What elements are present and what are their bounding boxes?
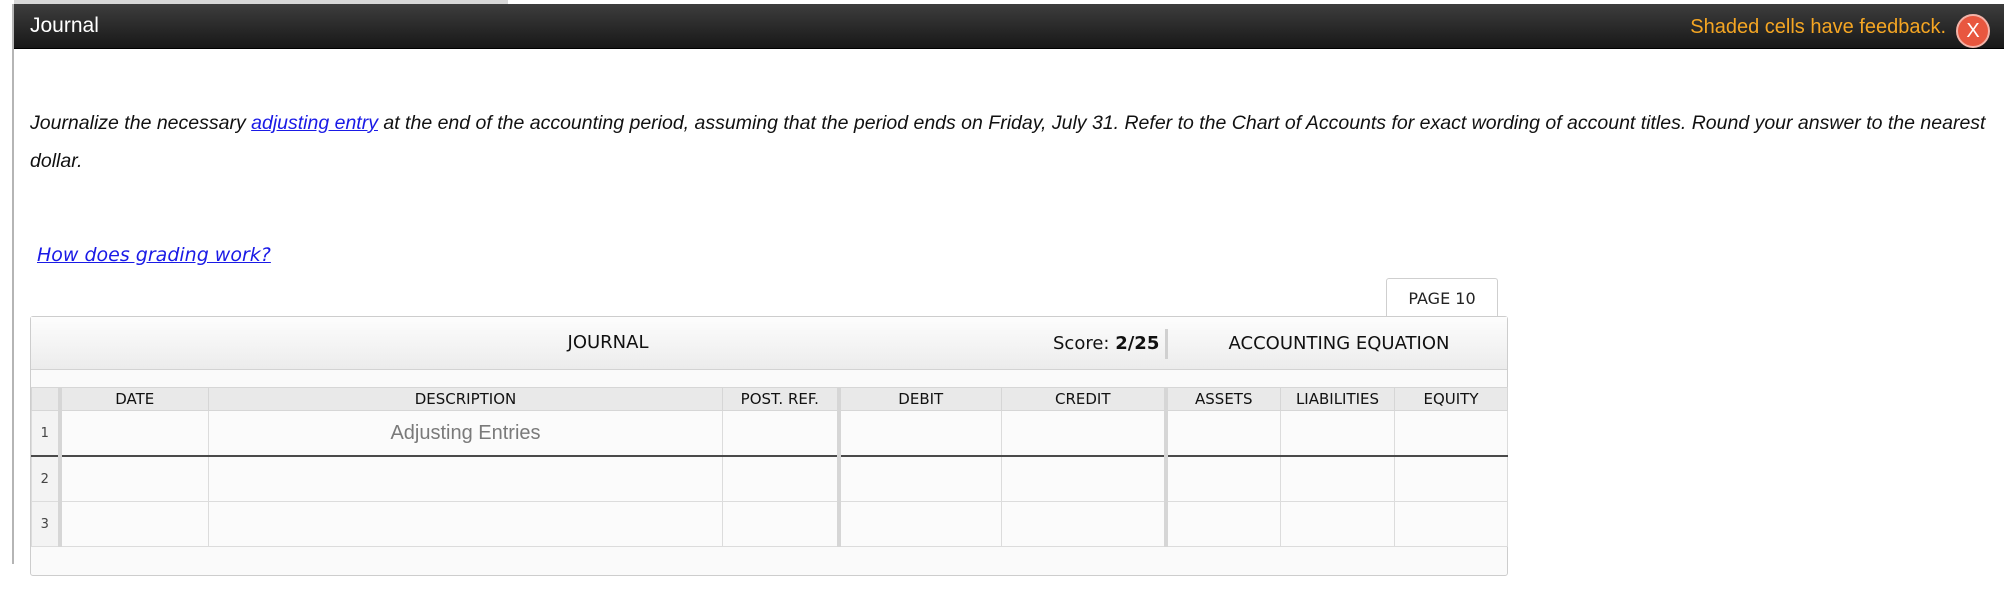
row-number: 1 <box>31 410 60 457</box>
feedback-note: Shaded cells have feedback. <box>1690 16 1946 38</box>
date-cell[interactable] <box>57 501 209 547</box>
col-header-liabilities: LIABILITIES <box>1280 387 1395 411</box>
header-divider <box>1165 329 1168 359</box>
assets-cell[interactable] <box>1163 501 1281 547</box>
table-row: 3 <box>31 501 1508 547</box>
liabilities-cell[interactable] <box>1280 455 1395 502</box>
score-display: Score: 2/25 <box>1053 317 1159 371</box>
table-row: 2 <box>31 455 1508 502</box>
debit-cell[interactable] <box>836 501 1002 547</box>
page-tab[interactable]: PAGE 10 <box>1386 278 1498 316</box>
window-titlebar: Journal Shaded cells have feedback. X <box>14 4 2004 49</box>
col-header-date: DATE <box>57 387 209 411</box>
instructions-text-before: Journalize the necessary <box>30 112 252 134</box>
date-cell[interactable] <box>57 455 209 502</box>
score-value: 2/25 <box>1115 333 1160 354</box>
col-header-debit: DEBIT <box>836 387 1002 411</box>
equity-cell[interactable] <box>1394 501 1508 547</box>
assets-cell[interactable] <box>1163 410 1281 457</box>
assets-cell[interactable] <box>1163 455 1281 502</box>
col-header-equity: EQUITY <box>1394 387 1508 411</box>
post-ref-cell[interactable] <box>722 410 839 457</box>
journal-header: JOURNAL Score: 2/25 ACCOUNTING EQUATION <box>31 317 1507 370</box>
adjusting-entry-link[interactable]: adjusting entry <box>251 112 378 134</box>
score-label: Score: <box>1053 333 1116 354</box>
col-header-post-ref: POST. REF. <box>722 387 839 411</box>
journal-title: JOURNAL <box>567 332 649 353</box>
close-button[interactable]: X <box>1956 14 1990 48</box>
row-number: 2 <box>31 455 60 502</box>
row-number-header <box>31 387 60 411</box>
credit-cell[interactable] <box>1001 410 1166 457</box>
liabilities-cell[interactable] <box>1280 501 1395 547</box>
accounting-equation-title: ACCOUNTING EQUATION <box>1228 333 1450 354</box>
journal-panel: JOURNAL Score: 2/25 ACCOUNTING EQUATION … <box>30 316 1508 576</box>
left-border <box>12 4 14 564</box>
col-header-credit: CREDIT <box>1001 387 1166 411</box>
description-cell: Adjusting Entries <box>208 410 723 457</box>
description-cell[interactable] <box>208 455 723 502</box>
debit-cell[interactable] <box>836 410 1002 457</box>
row-number: 3 <box>31 501 60 547</box>
post-ref-cell[interactable] <box>722 501 839 547</box>
debit-cell[interactable] <box>836 455 1002 502</box>
description-cell[interactable] <box>208 501 723 547</box>
post-ref-cell[interactable] <box>722 455 839 502</box>
window-title: Journal <box>30 14 99 37</box>
equity-cell[interactable] <box>1394 455 1508 502</box>
grading-help-link[interactable]: How does grading work? <box>37 244 271 266</box>
col-header-assets: ASSETS <box>1163 387 1281 411</box>
equity-cell[interactable] <box>1394 410 1508 457</box>
date-cell[interactable] <box>57 410 209 457</box>
credit-cell[interactable] <box>1001 455 1166 502</box>
liabilities-cell[interactable] <box>1280 410 1395 457</box>
journal-table: DATE DESCRIPTION POST. REF. DEBIT CREDIT… <box>31 387 1508 547</box>
credit-cell[interactable] <box>1001 501 1166 547</box>
table-row: 1 Adjusting Entries <box>31 410 1508 457</box>
col-header-description: DESCRIPTION <box>208 387 723 411</box>
column-header-row: DATE DESCRIPTION POST. REF. DEBIT CREDIT… <box>31 387 1508 411</box>
instructions: Journalize the necessary adjusting entry… <box>30 104 1990 180</box>
